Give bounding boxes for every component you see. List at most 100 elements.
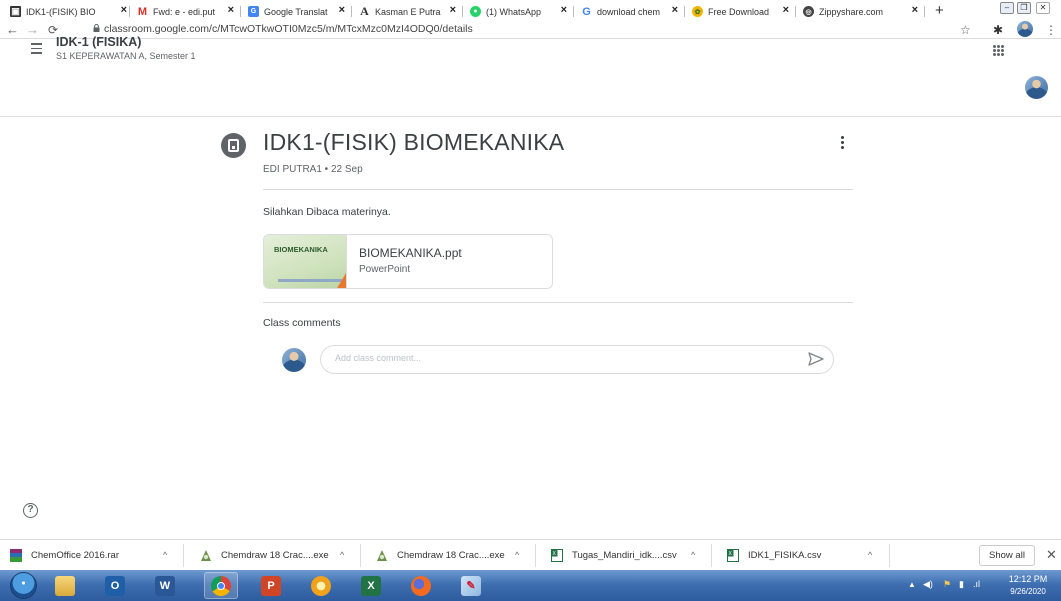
tab-translate[interactable]: G Google Translat × <box>248 3 348 20</box>
minimize-button[interactable]: – <box>1000 2 1014 14</box>
download-shelf: ChemOffice 2016.rar ^ Chemdraw 18 Crac..… <box>0 539 1061 570</box>
taskbar-media[interactable] <box>304 572 338 599</box>
download-separator <box>889 544 890 567</box>
csv-file-icon: X <box>551 549 563 562</box>
tab-google-search[interactable]: G download chem × <box>581 3 681 20</box>
attachment-card[interactable]: BIOMEKANIKA BIOMEKANIKA.ppt PowerPoint <box>263 234 553 289</box>
thumbnail-bar <box>278 279 342 282</box>
translate-icon: G <box>248 6 259 17</box>
close-icon[interactable]: × <box>121 4 127 16</box>
comments-divider <box>263 302 853 303</box>
firefox-icon <box>411 575 431 596</box>
tab-free-download[interactable]: ✿ Free Download × <box>692 3 792 20</box>
exe-installer-icon <box>201 550 211 561</box>
tab-separator <box>924 6 925 17</box>
taskbar-firefox[interactable] <box>404 572 438 599</box>
close-window-button[interactable]: ✕ <box>1036 2 1050 14</box>
close-icon[interactable]: × <box>783 4 789 16</box>
tab-label: Fwd: e - edi.put <box>153 6 216 17</box>
hamburger-menu-icon[interactable] <box>31 43 42 57</box>
tab-whatsapp[interactable]: ● (1) WhatsApp × <box>470 3 570 20</box>
taskbar-clock-time[interactable]: 12:12 PM <box>1003 574 1053 584</box>
material-post-icon <box>221 133 246 158</box>
browser-profile-avatar[interactable] <box>1017 21 1033 37</box>
download-separator <box>183 544 184 567</box>
taskbar-outlook[interactable]: O <box>98 572 132 599</box>
taskbar-word[interactable]: W <box>148 572 182 599</box>
close-icon[interactable]: × <box>339 4 345 16</box>
close-icon[interactable]: × <box>450 4 456 16</box>
taskbar-chrome[interactable] <box>204 572 238 599</box>
chevron-up-icon[interactable]: ^ <box>163 550 167 560</box>
tab-separator <box>795 6 796 17</box>
attachment-name[interactable]: BIOMEKANIKA.ppt <box>359 246 462 260</box>
tab-separator <box>684 6 685 17</box>
tab-separator <box>129 6 130 17</box>
download-item[interactable]: ChemOffice 2016.rar <box>10 540 119 571</box>
taskbar-explorer[interactable] <box>48 572 82 599</box>
download-filename: Tugas_Mandiri_idk....csv <box>572 550 677 561</box>
download-filename: Chemdraw 18 Crac....exe <box>397 550 505 561</box>
taskbar-paint[interactable]: ✎ <box>454 572 488 599</box>
browser-menu-icon[interactable]: ⋮ <box>1045 23 1057 37</box>
send-icon[interactable] <box>808 352 824 366</box>
thumbnail-accent <box>336 273 346 288</box>
url-bar[interactable]: classroom.google.com/c/MTcwOTkwOTI0Mzc5/… <box>104 23 473 35</box>
taskbar-clock-date[interactable]: 9/26/2020 <box>1003 587 1053 596</box>
word-icon: W <box>155 575 175 596</box>
tab-classroom[interactable]: ▣ IDK1-(FISIK) BIO × <box>10 3 130 20</box>
download-item[interactable]: Chemdraw 18 Crac....exe <box>200 540 329 571</box>
restore-button[interactable]: ❐ <box>1017 2 1031 14</box>
show-all-downloads-button[interactable]: Show all <box>979 545 1035 566</box>
class-comment-field[interactable] <box>320 345 834 374</box>
forward-button[interactable]: → <box>26 22 39 37</box>
google-icon: G <box>582 5 591 18</box>
close-icon[interactable]: × <box>228 4 234 16</box>
more-options-icon[interactable] <box>838 136 846 152</box>
class-comment-input[interactable] <box>335 353 755 363</box>
chevron-up-icon[interactable]: ^ <box>691 550 695 560</box>
start-button[interactable] <box>10 572 37 599</box>
taskbar-powerpoint[interactable]: P <box>254 572 288 599</box>
close-download-shelf-icon[interactable]: ✕ <box>1046 547 1057 563</box>
thumbnail-title: BIOMEKANIKA <box>274 245 328 254</box>
help-icon[interactable]: ? <box>23 503 38 518</box>
chevron-up-icon[interactable]: ^ <box>340 550 344 560</box>
exe-installer-icon <box>377 550 387 561</box>
volume-icon[interactable]: ◀) <box>923 579 933 590</box>
taskbar-excel[interactable]: X <box>354 572 388 599</box>
lock-icon <box>93 24 100 32</box>
google-apps-icon[interactable] <box>993 45 1004 56</box>
network-icon[interactable]: ⚑ <box>943 579 951 590</box>
bookmark-star-icon[interactable]: ☆ <box>960 23 971 37</box>
tab-separator <box>573 6 574 17</box>
extension-icon[interactable]: ✱ <box>993 23 1003 37</box>
close-icon[interactable]: × <box>912 4 918 16</box>
academia-icon: A <box>360 4 369 18</box>
close-icon[interactable]: × <box>672 4 678 16</box>
download-item[interactable]: Chemdraw 18 Crac....exe <box>376 540 505 571</box>
tab-zippyshare[interactable]: ◎ Zippyshare.com × <box>803 3 921 20</box>
new-tab-button[interactable]: + <box>935 2 944 19</box>
post-title: IDK1-(FISIK) BIOMEKANIKA <box>263 129 565 155</box>
tab-label: IDK1-(FISIK) BIO <box>26 6 96 17</box>
download-item[interactable]: X IDK1_FISIKA.csv <box>727 540 821 571</box>
folder-icon <box>55 575 75 596</box>
signal-icon[interactable]: .ıl <box>973 579 980 589</box>
battery-icon[interactable]: ▮ <box>959 579 964 590</box>
address-bar-divider <box>0 38 1061 39</box>
account-avatar[interactable] <box>1025 76 1048 99</box>
chevron-up-icon[interactable]: ^ <box>868 550 872 560</box>
tab-kasman[interactable]: A Kasman E Putra × <box>359 3 459 20</box>
tray-expand-icon[interactable]: ▲ <box>908 580 916 589</box>
excel-icon: X <box>361 575 381 596</box>
back-button[interactable]: ← <box>6 22 19 37</box>
chevron-up-icon[interactable]: ^ <box>515 550 519 560</box>
close-icon[interactable]: × <box>561 4 567 16</box>
download-separator <box>711 544 712 567</box>
attachment-thumbnail[interactable]: BIOMEKANIKA <box>264 235 347 288</box>
download-item[interactable]: X Tugas_Mandiri_idk....csv <box>551 540 677 571</box>
tab-separator <box>351 6 352 17</box>
class-title[interactable]: IDK-1 (FISIKA) <box>56 35 141 49</box>
tab-gmail[interactable]: M Fwd: e - edi.put × <box>137 3 237 20</box>
